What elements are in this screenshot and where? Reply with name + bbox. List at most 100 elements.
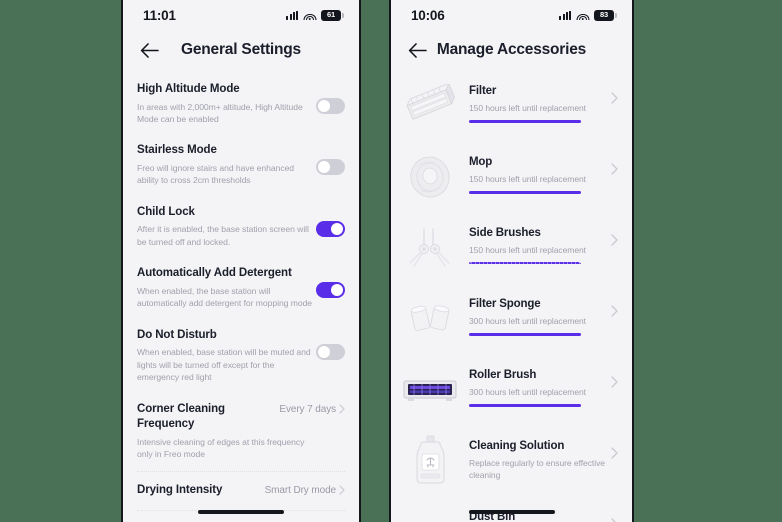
setting-header: Do Not Disturb <box>137 328 345 344</box>
accessory-body: Side Brushes 150 hours left until replac… <box>469 220 620 265</box>
chevron-right-icon[interactable] <box>611 518 618 522</box>
setting-title: Stairless Mode <box>137 144 217 157</box>
accessory-body: Filter 150 hours left until replacement <box>469 78 620 123</box>
setting-row-stairless-mode[interactable]: Stairless Mode Freo will ignore stairs a… <box>137 135 345 196</box>
toggle-do-not-disturb[interactable] <box>316 343 345 360</box>
setting-title: High Altitude Mode <box>137 83 240 95</box>
setting-description: When enabled, base station will be muted… <box>137 347 311 383</box>
accessory-status: 300 hours left until replacement <box>469 316 586 326</box>
setting-title: Automatically Add Detergent <box>137 267 292 280</box>
setting-description: In areas with 2,000m+ altitude, High Alt… <box>137 101 303 124</box>
setting-header: Drying Intensity Smart Dry mode <box>137 483 345 499</box>
accessory-row-side-brushes[interactable]: Side Brushes 150 hours left until replac… <box>397 212 620 283</box>
battery-icon: 61 <box>321 9 344 21</box>
toggle-automatically-add-detergent[interactable] <box>316 282 345 299</box>
setting-row-do-not-disturb[interactable]: Do Not Disturb When enabled, base statio… <box>137 320 345 394</box>
accessory-status: 150 hours left until replacement <box>469 174 586 184</box>
accessory-body: Roller Brush 300 hours left until replac… <box>469 362 620 407</box>
screenshot-root: 11:01 61 General Settings High Altitude … <box>0 0 782 522</box>
setting-title: Corner Cleaning Frequency <box>137 402 225 431</box>
accessory-status: 150 hours left until replacement <box>469 245 586 255</box>
accessory-progress-bar <box>469 333 581 336</box>
setting-row-automatically-add-detergent[interactable]: Automatically Add Detergent When enabled… <box>137 258 345 319</box>
toggle-knob <box>318 345 330 358</box>
setting-value: Smart Dry mode <box>264 484 337 496</box>
setting-title: Child Lock <box>137 205 195 218</box>
toggle-knob <box>331 222 343 235</box>
chevron-right-icon[interactable] <box>611 163 618 175</box>
setting-description: When enabled, the base station will auto… <box>137 285 313 309</box>
battery-icon: 83 <box>594 9 617 21</box>
setting-description: After it is enabled, the base station sc… <box>137 224 309 247</box>
setting-value: Every 7 days <box>279 403 336 415</box>
accessory-name: Filter <box>469 85 497 97</box>
side-brush-icon <box>397 222 463 274</box>
roller-brush-icon <box>397 364 463 416</box>
accessory-row-filter-sponge[interactable]: Filter Sponge 300 hours left until repla… <box>397 283 620 354</box>
back-arrow-icon[interactable] <box>405 38 429 62</box>
setting-header: Automatically Add Detergent <box>137 266 345 282</box>
setting-description: Intensive cleaning of edges at this freq… <box>137 436 305 460</box>
mop-pad-icon <box>397 151 463 203</box>
chevron-right-icon[interactable] <box>611 234 618 246</box>
screen-manage-accessories: 10:06 83 Manage Accessories Filter 150 h… <box>391 0 632 522</box>
setting-header: Corner Cleaning Frequency Every 7 days <box>137 402 345 433</box>
phone-left-general-settings: 11:01 61 General Settings High Altitude … <box>121 0 361 522</box>
accessory-status: 150 hours left until replacement <box>469 103 586 113</box>
accessory-row-filter[interactable]: Filter 150 hours left until replacement <box>397 70 620 141</box>
setting-row-corner-cleaning-frequency[interactable]: Corner Cleaning Frequency Every 7 days I… <box>137 394 345 472</box>
toggle-high-altitude-mode[interactable] <box>316 98 345 114</box>
accessory-progress-bar <box>469 262 581 265</box>
toggle-stairless-mode[interactable] <box>316 159 345 176</box>
accessory-name: Side Brushes <box>469 227 541 239</box>
accessory-name: Cleaning Solution <box>469 440 565 452</box>
screen-general-settings: 11:01 61 General Settings High Altitude … <box>123 0 359 522</box>
setting-row-drying-intensity[interactable]: Drying Intensity Smart Dry mode <box>137 472 345 512</box>
status-bar-left: 11:01 61 <box>123 0 359 30</box>
toggle-knob <box>318 161 330 174</box>
accessory-progress-bar <box>469 120 581 123</box>
setting-header: High Altitude Mode <box>137 82 345 98</box>
accessory-name: Roller Brush <box>469 369 537 381</box>
accessory-status: Replace regularly to ensure effective cl… <box>469 458 605 481</box>
home-indicator <box>468 510 555 514</box>
nav-bar-left: General Settings <box>123 30 359 70</box>
accessory-row-cleaning-solution[interactable]: Cleaning Solution Replace regularly to e… <box>397 425 620 496</box>
cellular-signal-icon <box>286 10 298 20</box>
dust-bin-icon <box>397 506 463 522</box>
setting-title: Drying Intensity <box>137 483 223 496</box>
accessory-body: Cleaning Solution Replace regularly to e… <box>469 433 620 482</box>
chevron-right-icon[interactable] <box>611 447 618 459</box>
setting-description: Freo will ignore stairs and have enhance… <box>137 162 295 186</box>
accessory-row-mop[interactable]: Mop 150 hours left until replacement <box>397 141 620 212</box>
toggle-child-lock[interactable] <box>316 220 345 237</box>
chevron-right-icon[interactable] <box>611 305 618 317</box>
chevron-right-icon[interactable] <box>611 376 618 388</box>
setting-title: Do Not Disturb <box>137 328 217 341</box>
chevron-right-icon <box>339 404 345 414</box>
chevron-right-icon[interactable] <box>611 92 618 104</box>
status-bar-right: 10:06 83 <box>391 0 632 30</box>
toggle-knob <box>318 100 330 112</box>
battery-percent-label: 61 <box>327 10 335 20</box>
wifi-icon <box>303 10 316 21</box>
status-icon-group: 61 <box>286 9 344 21</box>
general-settings-list: High Altitude Mode In areas with 2,000m+… <box>123 74 359 522</box>
setting-row-high-altitude-mode[interactable]: High Altitude Mode In areas with 2,000m+… <box>137 74 345 135</box>
accessory-name: Mop <box>469 156 493 168</box>
accessories-list: Filter 150 hours left until replacement <box>391 70 632 522</box>
setting-row-child-lock[interactable]: Child Lock After it is enabled, the base… <box>137 197 345 258</box>
status-clock: 11:01 <box>143 7 176 23</box>
accessory-progress-bar <box>469 191 581 194</box>
phone-right-manage-accessories: 10:06 83 Manage Accessories Filter 150 h… <box>389 0 634 522</box>
back-arrow-icon[interactable] <box>137 38 161 62</box>
accessory-name: Filter Sponge <box>469 298 541 310</box>
accessory-row-roller-brush[interactable]: Roller Brush 300 hours left until replac… <box>397 354 620 425</box>
setting-header: Stairless Mode <box>137 143 345 159</box>
toggle-knob <box>331 284 343 297</box>
setting-value-group: Every 7 days <box>279 404 345 415</box>
nav-bar-right: Manage Accessories <box>391 30 632 70</box>
wifi-icon <box>576 10 589 21</box>
accessory-row-dust-bin[interactable]: Dust Bin 10 hour(s) left until full (or … <box>397 496 620 522</box>
home-indicator <box>198 510 284 514</box>
